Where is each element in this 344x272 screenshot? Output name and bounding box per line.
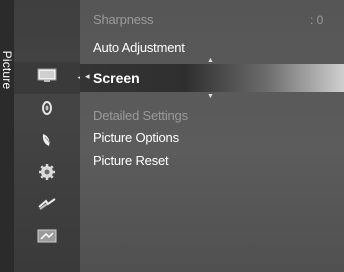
category-icon-column: ◂ — [14, 0, 82, 272]
category-tab-picture[interactable]: Picture — [0, 0, 14, 272]
gear-icon — [38, 163, 56, 186]
category-tab-label: Picture — [0, 50, 14, 90]
menu-item-label: Screen — [93, 70, 140, 86]
selection-pointer-icon: ◂ — [85, 71, 90, 81]
menu-item-auto-adjustment[interactable]: Auto Adjustment — [93, 40, 185, 55]
monitor-icon — [37, 68, 57, 89]
menu-item-screen[interactable]: ◂ Screen — [80, 64, 344, 92]
sharpness-value: : 0 — [310, 13, 324, 27]
menu-item-picture-options[interactable]: Picture Options — [93, 130, 179, 145]
scroll-up-icon: ▲ — [207, 57, 214, 64]
application-icon — [37, 228, 57, 249]
input-icon — [37, 197, 57, 216]
menu-item-label: Sharpness — [93, 12, 154, 27]
category-channel-button[interactable] — [14, 126, 80, 158]
category-input-button[interactable] — [14, 190, 80, 222]
category-application-button[interactable] — [14, 222, 80, 254]
category-setup-button[interactable] — [14, 158, 80, 190]
speaker-icon — [40, 99, 54, 122]
scroll-down-icon: ▼ — [207, 93, 214, 100]
menu-item-detailed-settings[interactable]: Detailed Settings — [93, 108, 188, 123]
menu-item-picture-reset[interactable]: Picture Reset — [93, 153, 169, 168]
satellite-dish-icon — [39, 131, 55, 154]
category-sound-button[interactable] — [14, 94, 80, 126]
category-picture-button[interactable]: ◂ — [14, 62, 82, 94]
